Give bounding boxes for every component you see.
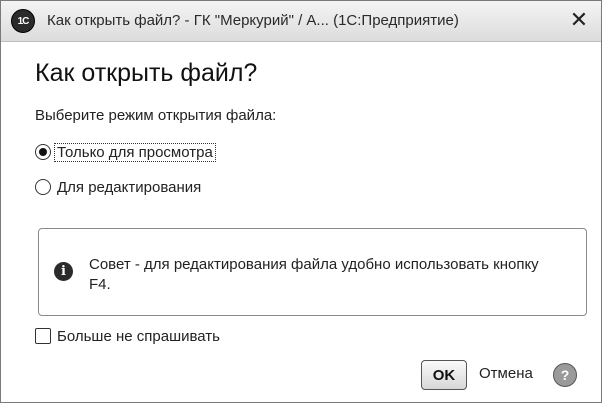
window-title: Как открыть файл? - ГК "Меркурий" / А...… [47, 12, 459, 29]
app-icon-text: 1C [17, 15, 30, 27]
dialog-window: 1C Как открыть файл? - ГК "Меркурий" / А… [0, 0, 602, 403]
hint-box: i Совет - для редактирования файла удобн… [38, 228, 587, 316]
dont-ask-label: Больше не спрашивать [57, 327, 220, 345]
hint-text: Совет - для редактирования файла удобно … [89, 256, 539, 293]
title-bar[interactable]: 1C Как открыть файл? - ГК "Меркурий" / А… [1, 1, 601, 42]
mode-prompt: Выберите режим открытия файла: [35, 107, 277, 124]
ok-button[interactable]: OK [421, 360, 467, 390]
cancel-button[interactable]: Отмена [479, 365, 533, 382]
radio-edit[interactable]: Для редактирования [35, 176, 203, 198]
help-icon[interactable]: ? [553, 363, 577, 387]
info-icon: i [54, 262, 73, 281]
1c-logo-icon: 1C [11, 9, 35, 33]
radio-label-edit: Для редактирования [57, 178, 202, 196]
close-icon[interactable]: ✕ [567, 7, 591, 33]
radio-label-view-only: Только для просмотра [54, 142, 216, 162]
dont-ask-checkbox-row[interactable]: Больше не спрашивать [35, 325, 220, 347]
dont-ask-checkbox[interactable] [35, 328, 51, 344]
radio-button-unchecked[interactable] [35, 179, 51, 195]
dialog-heading: Как открыть файл? [35, 59, 258, 87]
radio-button-checked[interactable] [35, 144, 51, 160]
radio-view-only[interactable]: Только для просмотра [35, 141, 216, 163]
